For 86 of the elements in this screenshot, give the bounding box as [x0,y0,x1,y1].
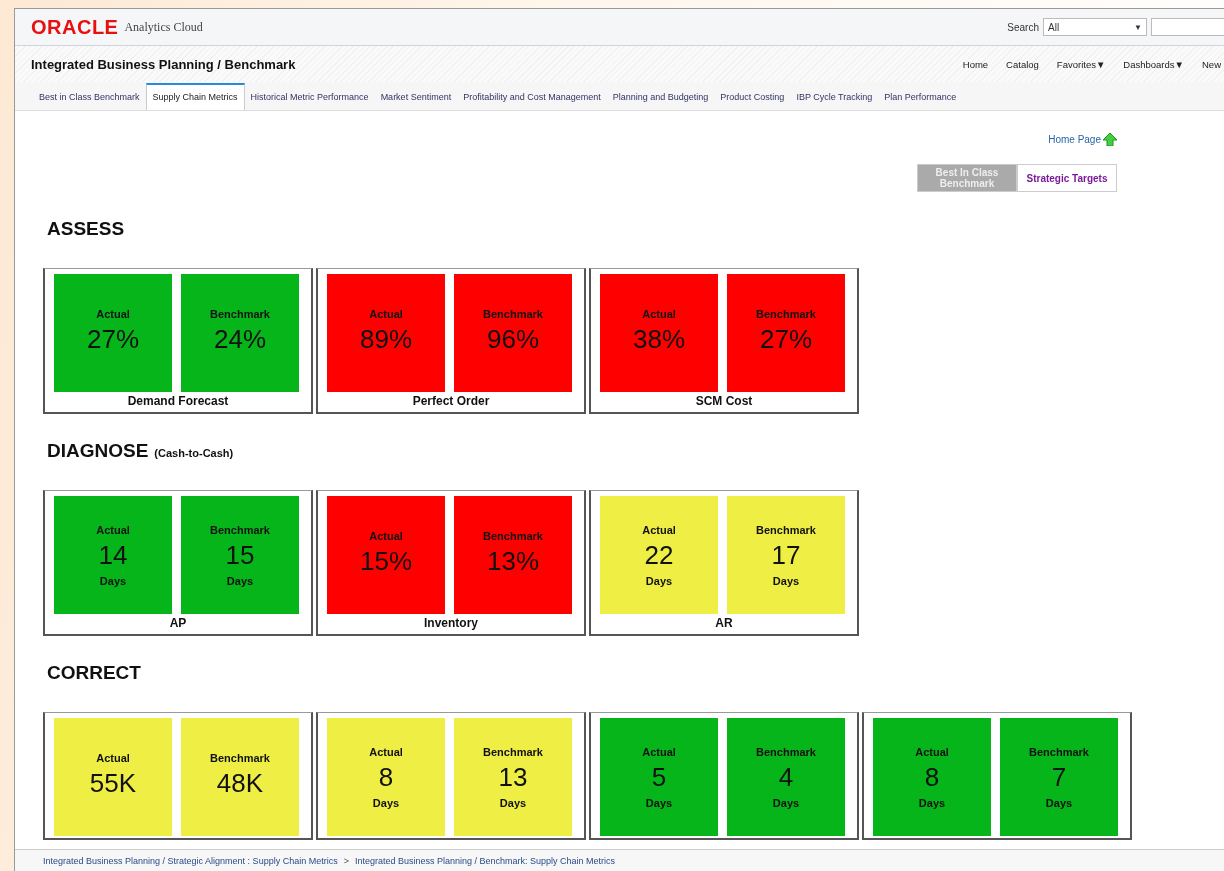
tile-label: Benchmark [210,307,270,320]
tile-value: 14 [98,539,128,571]
section-title: CORRECT [47,662,141,684]
tile-label: Benchmark [483,529,543,542]
up-arrow-icon [1103,133,1117,146]
breadcrumb-separator: > [343,856,349,866]
tile-value: 55K [89,767,137,799]
tile-label: Benchmark [210,751,270,764]
tile-value: 96% [486,323,539,355]
tile-unit: Days [226,574,254,587]
tile-label: Actual [642,745,676,758]
tile-value: 4 [778,761,794,793]
tile-value: 89% [359,323,412,355]
tile-value: 15% [359,545,412,577]
tile-label: Actual [642,523,676,536]
tab[interactable]: IBP Cycle Tracking [790,85,879,110]
nav-link[interactable]: Favorites▼ [1056,58,1106,70]
tile-value: 8 [924,761,940,793]
search-label: Search [1007,21,1039,33]
tile-label: Actual [369,529,403,542]
tile-label: Actual [915,745,949,758]
tile-value: 38% [632,323,685,355]
tile-unit: Days [918,796,946,809]
breadcrumb-link[interactable]: Integrated Business Planning / Benchmark: Supply Chain Metrics [354,856,616,866]
tile-unit: Days [372,796,400,809]
tile-value: 22 [644,539,674,571]
tile-unit: Days [772,796,800,809]
tile-label: Actual [369,745,403,758]
home-page-link[interactable]: Home Page [1048,134,1101,145]
tile-unit: Days [645,574,673,587]
tab[interactable]: Supply Chain Metrics [145,83,245,110]
tile-value: 13 [498,761,528,793]
tile-unit: Days [99,574,127,587]
tile-label: Actual [369,307,403,320]
tile-label: Benchmark [483,307,543,320]
nav-link[interactable]: New [1202,58,1221,70]
logo: ORACLE [31,15,119,39]
tile-value: 24% [213,323,266,355]
tile-label: Benchmark [756,745,816,758]
tile-unit: Days [772,574,800,587]
nav-link[interactable]: Dashboards▼ [1123,58,1184,70]
tab[interactable]: Profitability and Cost Management [457,85,607,110]
tile-label: Benchmark [1029,745,1089,758]
page-title: Integrated Business Planning / Benchmark [31,56,296,72]
tile-label: Benchmark [483,745,543,758]
section-title: ASSESS [47,218,125,240]
tab[interactable]: Planning and Budgeting [606,85,715,110]
search-field[interactable] [1151,18,1224,36]
tile-value: 27% [86,323,139,355]
tile-value: 5 [651,761,667,793]
tile-value: 48K [216,767,264,799]
tab[interactable]: Plan Performance [878,85,963,110]
tile-value: 17 [771,539,801,571]
tile-value: 7 [1051,761,1067,793]
tile-value: 13% [486,545,539,577]
tile-value: 27% [759,323,812,355]
tile-label: Benchmark [210,523,270,536]
tab[interactable]: Product Costing [714,85,791,110]
tile-label: Actual [96,307,130,320]
search-scope-select[interactable]: All ▼ [1043,18,1147,36]
tile-label: Benchmark [756,523,816,536]
tile-label: Benchmark [756,307,816,320]
tile-label: Actual [642,307,676,320]
card-title: AP [168,615,188,632]
tile-unit: Days [499,796,527,809]
nav-link[interactable]: Catalog [1006,58,1039,70]
tile-value: 15 [225,539,255,571]
tile-label: Actual [96,751,130,764]
tile-unit: Days [645,796,673,809]
section-title: DIAGNOSE [47,440,149,462]
card-title: AR [714,615,734,632]
product-name: Analytics Cloud [124,19,203,35]
tile-label: Actual [96,523,130,536]
tab[interactable]: Market Sentiment [374,85,458,110]
nav-link[interactable]: Home [962,58,989,70]
tab[interactable]: Best in Class Benchmark [33,85,146,110]
card-title: SCM Cost [694,393,754,410]
tile-unit: Days [1045,796,1073,809]
section-subtitle: (Cash-to-Cash) [154,447,234,459]
breadcrumb-link[interactable]: Integrated Business Planning / Strategic Alignment : Supply Chain Metrics [43,856,338,866]
view-toggle-button[interactable]: Strategic Targets [1017,164,1117,192]
card-title: Perfect Order [411,393,491,410]
card-title: Inventory [423,615,479,632]
card-title: Demand Forecast [126,393,230,410]
tab[interactable]: Historical Metric Performance [244,85,375,110]
tile-value: 8 [378,761,394,793]
